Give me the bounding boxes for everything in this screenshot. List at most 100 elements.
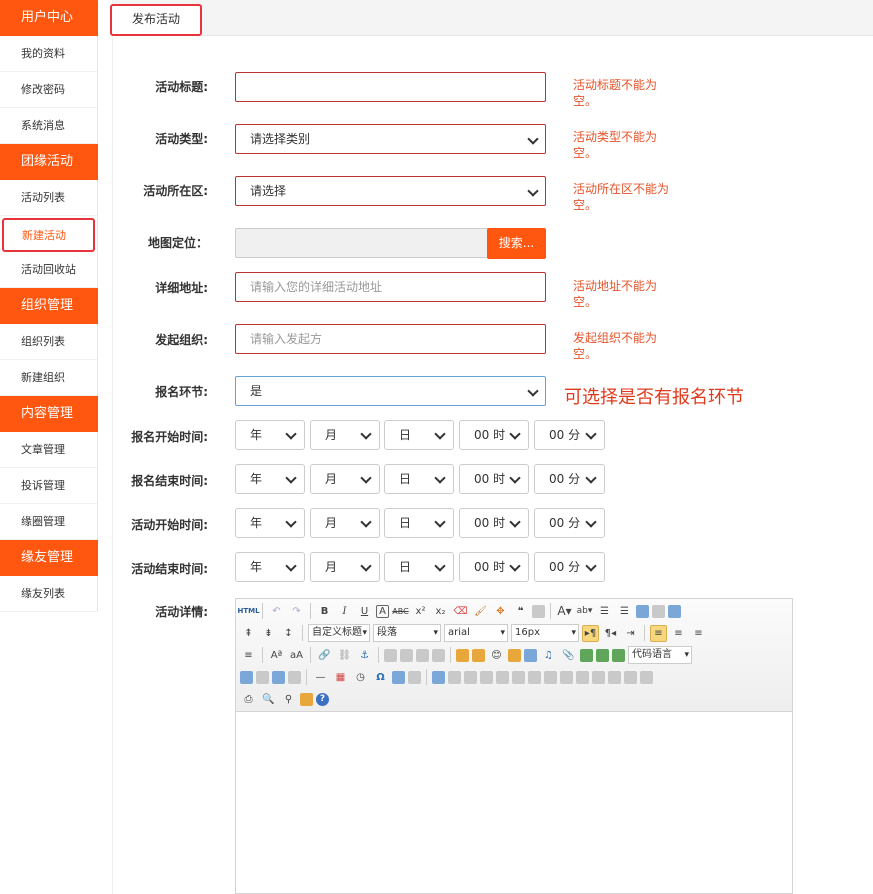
bold-icon[interactable]: B [316,603,333,620]
sidebar-group-user-center[interactable]: 用户中心 [0,0,98,36]
auto-format-icon[interactable]: ✥ [492,603,509,620]
sidebar-item-circles[interactable]: 缘圈管理 [0,504,97,540]
preview-icon[interactable]: 🔍 [260,691,277,708]
horizontal-rule-icon[interactable]: — [312,669,329,686]
paste-plain-icon[interactable] [532,604,545,618]
activity-end-minute[interactable]: 00 分 [534,552,605,582]
chart-icon[interactable] [640,670,653,684]
signup-end-year[interactable]: 年 [235,464,305,494]
font-color-icon[interactable]: A▾ [556,603,573,620]
signup-end-minute[interactable]: 00 分 [534,464,605,494]
word-image-icon[interactable] [392,670,405,684]
redo-icon[interactable]: ↷ [288,603,305,620]
link-icon[interactable]: 🔗 [316,647,333,664]
code-language-select[interactable]: 代码语言 [628,646,692,664]
activity-end-month[interactable]: 月 [310,552,380,582]
title-input[interactable] [235,72,546,102]
sidebar-item-organization-list[interactable]: 组织列表 [0,324,97,360]
sidebar-item-my-profile[interactable]: 我的资料 [0,36,97,72]
special-chars-icon[interactable]: Ω [372,669,389,686]
sidebar-item-friend-list[interactable]: 缘友列表 [0,576,97,612]
activity-start-year[interactable]: 年 [235,508,305,538]
activity-start-day[interactable]: 日 [384,508,454,538]
background-icon[interactable] [272,670,285,684]
rtl-direction-icon[interactable]: ¶◂ [602,625,619,642]
align-right-icon[interactable]: ≡ [690,625,707,642]
paragraph-select[interactable]: 段落 [373,624,441,642]
sidebar-item-activity-list[interactable]: 活动列表 [0,180,97,216]
split-cells-icon[interactable] [592,670,605,684]
template-icon[interactable] [288,670,301,684]
sidebar-group-content[interactable]: 内容管理 [0,396,98,432]
underline-icon[interactable]: U [356,603,373,620]
signup-select[interactable]: 是 [235,376,546,406]
activity-start-month[interactable]: 月 [310,508,380,538]
delete-col-icon[interactable] [528,670,541,684]
image-right-icon[interactable] [416,648,429,662]
insert-col-icon[interactable] [512,670,525,684]
date-icon[interactable]: ▦ [332,669,349,686]
emotion-icon[interactable]: 😊 [488,647,505,664]
line-height-icon[interactable]: ↕ [280,625,297,642]
background-color-icon[interactable]: ab▾ [576,603,593,620]
row-spacing-top-icon[interactable]: ⇞ [240,625,257,642]
undo-icon[interactable]: ↶ [268,603,285,620]
page-break-icon[interactable] [256,670,269,684]
google-map-icon[interactable] [596,648,609,662]
sidebar-item-change-password[interactable]: 修改密码 [0,72,97,108]
rich-text-editor[interactable]: HTML ↶ ↷ B I U A ABC x² x₂ ⌫ 🖌 ✥ ❝ A▾ ab… [235,598,793,894]
signup-end-hour[interactable]: 00 时 [459,464,529,494]
image-left-icon[interactable] [400,648,413,662]
anchor-icon[interactable]: ⚓ [356,647,373,664]
ltr-direction-icon[interactable]: ▸¶ [582,624,599,642]
insert-table-icon[interactable] [432,670,445,684]
map-location-input[interactable] [235,228,489,258]
row-spacing-bottom-icon[interactable]: ⇟ [260,625,277,642]
multi-image-icon[interactable] [472,648,485,662]
to-uppercase-icon[interactable]: Aª [268,647,285,664]
format-brush-icon[interactable]: 🖌 [472,603,489,620]
split-rows-icon[interactable] [608,670,621,684]
sidebar-item-system-messages[interactable]: 系统消息 [0,108,97,144]
sidebar-item-new-organization[interactable]: 新建组织 [0,360,97,396]
signup-start-day[interactable]: 日 [384,420,454,450]
web-page-icon[interactable] [240,670,253,684]
custom-style-select[interactable]: 自定义标题 [308,624,370,642]
delete-row-icon[interactable] [496,670,509,684]
time-icon[interactable]: ◷ [352,669,369,686]
search-replace-icon[interactable] [408,670,421,684]
music-icon[interactable]: ♫ [540,647,557,664]
sidebar-group-friends[interactable]: 缘友管理 [0,540,98,576]
font-size-select[interactable]: 16px [511,624,579,642]
font-border-icon[interactable]: A [376,604,389,618]
activity-end-hour[interactable]: 00 时 [459,552,529,582]
align-justify-icon[interactable]: ≡ [240,647,257,664]
eraser-icon[interactable]: ⌫ [452,603,469,620]
sidebar-item-articles[interactable]: 文章管理 [0,432,97,468]
signup-end-month[interactable]: 月 [310,464,380,494]
activity-start-hour[interactable]: 00 时 [459,508,529,538]
signup-end-day[interactable]: 日 [384,464,454,494]
attachment-icon[interactable]: 📎 [560,647,577,664]
signup-start-year[interactable]: 年 [235,420,305,450]
image-none-icon[interactable] [384,648,397,662]
strikethrough-icon[interactable]: ABC [392,603,409,620]
district-select[interactable]: 请选择 [235,176,546,206]
map-search-button[interactable]: 搜索... [487,228,546,259]
fullscreen-icon[interactable] [668,604,681,618]
clear-doc-icon[interactable] [652,604,665,618]
sidebar-item-new-activity[interactable]: 新建活动 [2,218,95,252]
subscript-icon[interactable]: x₂ [432,603,449,620]
type-select[interactable]: 请选择类别 [235,124,546,154]
merge-down-icon[interactable] [576,670,589,684]
scrawl-icon[interactable] [508,648,521,662]
insert-video-icon[interactable] [524,648,537,662]
sidebar-item-complaints[interactable]: 投诉管理 [0,468,97,504]
merge-cells-icon[interactable] [544,670,557,684]
font-family-select[interactable]: arial [444,624,508,642]
tab-publish-activity[interactable]: 发布活动 [110,4,202,36]
to-lowercase-icon[interactable]: aA [288,647,305,664]
html-source-icon[interactable]: HTML [237,603,259,620]
align-center-icon[interactable]: ≡ [670,625,687,642]
insert-row-icon[interactable] [480,670,493,684]
